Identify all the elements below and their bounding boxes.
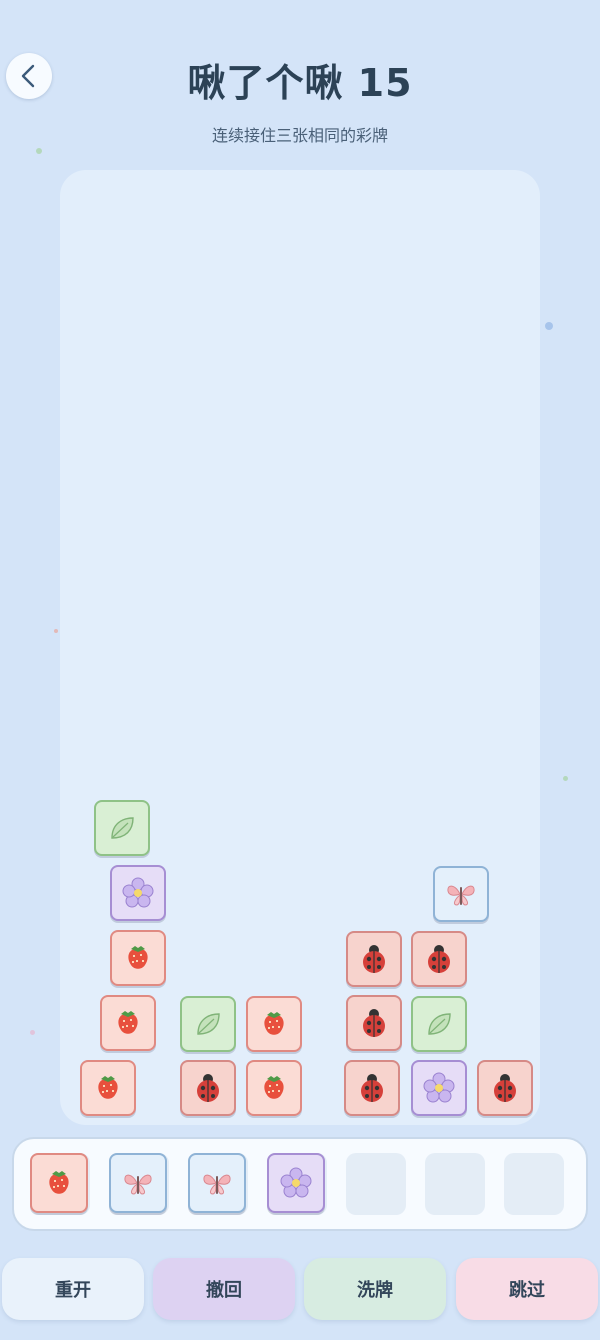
flower-icon — [122, 877, 154, 908]
strawberry-icon — [128, 946, 148, 969]
tile[interactable] — [94, 800, 150, 856]
tile[interactable] — [411, 1060, 467, 1116]
tile[interactable] — [346, 931, 402, 987]
decor-dot — [54, 629, 58, 633]
flower-icon — [280, 1167, 312, 1198]
leaf-icon — [428, 1013, 451, 1035]
skip-button[interactable]: 跳过 — [456, 1258, 598, 1320]
tile[interactable] — [411, 996, 467, 1052]
level-title: 啾了个啾 15 — [187, 61, 413, 105]
tray-tile — [30, 1153, 88, 1213]
tile[interactable] — [110, 930, 166, 986]
ladybug-icon — [428, 945, 450, 973]
butterfly-icon — [203, 1174, 231, 1195]
tile[interactable] — [344, 1060, 400, 1116]
tile[interactable] — [346, 995, 402, 1051]
strawberry-icon — [49, 1171, 69, 1194]
tray-slot — [30, 1153, 90, 1215]
undo-button[interactable]: 撤回 — [153, 1258, 295, 1320]
ladybug-icon — [494, 1074, 516, 1102]
tile[interactable] — [180, 1060, 236, 1116]
decor-dot — [30, 1030, 35, 1035]
shuffle-button[interactable]: 洗牌 — [304, 1258, 446, 1320]
flower-icon — [423, 1072, 455, 1103]
decor-dot — [545, 322, 553, 330]
leaf-icon — [111, 817, 134, 839]
tray-tile — [267, 1153, 325, 1213]
strawberry-icon — [264, 1012, 284, 1035]
collection-tray — [12, 1137, 588, 1231]
tile[interactable] — [246, 996, 302, 1052]
ladybug-icon — [197, 1074, 219, 1102]
tray-slot — [504, 1153, 564, 1215]
tile[interactable] — [100, 995, 156, 1051]
tile[interactable] — [411, 931, 467, 987]
strawberry-icon — [264, 1076, 284, 1099]
butterfly-icon — [124, 1174, 152, 1195]
butterfly-icon — [447, 885, 475, 906]
decor-dot — [36, 148, 42, 154]
decor-dot — [563, 776, 568, 781]
tile[interactable] — [433, 866, 489, 922]
tray-slot — [425, 1153, 485, 1215]
tile[interactable] — [477, 1060, 533, 1116]
restart-button[interactable]: 重开 — [2, 1258, 144, 1320]
tile[interactable] — [246, 1060, 302, 1116]
leaf-icon — [197, 1013, 220, 1035]
strawberry-icon — [118, 1011, 138, 1034]
tray-slot — [188, 1153, 248, 1215]
tray-slot — [267, 1153, 327, 1215]
ladybug-icon — [363, 945, 385, 973]
tray-tile — [188, 1153, 246, 1213]
game-board — [60, 170, 540, 1125]
tile[interactable] — [80, 1060, 136, 1116]
ladybug-icon — [361, 1074, 383, 1102]
ladybug-icon — [363, 1009, 385, 1037]
tray-tile — [109, 1153, 167, 1213]
tile[interactable] — [180, 996, 236, 1052]
tray-slot — [346, 1153, 406, 1215]
strawberry-icon — [98, 1076, 118, 1099]
tile[interactable] — [110, 865, 166, 921]
level-subtitle: 连续接住三张相同的彩牌 — [211, 126, 388, 145]
tray-slot — [109, 1153, 169, 1215]
